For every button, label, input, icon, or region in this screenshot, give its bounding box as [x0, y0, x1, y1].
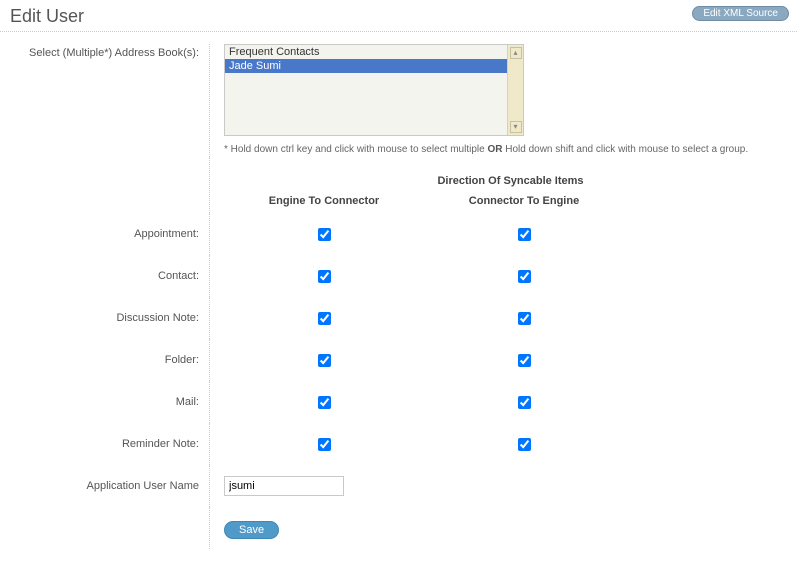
connector-to-engine-checkbox[interactable] — [518, 354, 531, 367]
sync-row-label: Discussion Note: — [0, 297, 210, 339]
save-button[interactable]: Save — [224, 521, 279, 539]
engine-to-connector-checkbox[interactable] — [318, 396, 331, 409]
connector-to-engine-checkbox[interactable] — [518, 312, 531, 325]
sync-row-label: Appointment: — [0, 213, 210, 255]
syncable-direction-title: Direction Of Syncable Items — [224, 175, 797, 187]
scroll-up-icon[interactable]: ▴ — [510, 47, 522, 59]
connector-to-engine-checkbox[interactable] — [518, 270, 531, 283]
column-connector-to-engine: Connector To Engine — [424, 195, 624, 207]
edit-xml-source-button[interactable]: Edit XML Source — [692, 6, 789, 21]
engine-to-connector-checkbox[interactable] — [318, 354, 331, 367]
address-book-option[interactable]: Frequent Contacts — [225, 45, 507, 59]
scroll-down-icon[interactable]: ▾ — [510, 121, 522, 133]
engine-to-connector-checkbox[interactable] — [318, 312, 331, 325]
address-book-option[interactable]: Jade Sumi — [225, 59, 507, 73]
engine-to-connector-checkbox[interactable] — [318, 438, 331, 451]
sync-row-label: Contact: — [0, 255, 210, 297]
address-books-listbox[interactable]: Frequent ContactsJade Sumi ▴ ▾ — [224, 44, 524, 136]
connector-to-engine-checkbox[interactable] — [518, 228, 531, 241]
application-user-name-input[interactable] — [224, 476, 344, 496]
multiselect-hint: * Hold down ctrl key and click with mous… — [224, 142, 769, 157]
sync-row-label: Mail: — [0, 381, 210, 423]
address-books-label: Select (Multiple*) Address Book(s): — [0, 44, 210, 157]
sync-row-label: Reminder Note: — [0, 423, 210, 465]
column-engine-to-connector: Engine To Connector — [224, 195, 424, 207]
engine-to-connector-checkbox[interactable] — [318, 270, 331, 283]
connector-to-engine-checkbox[interactable] — [518, 396, 531, 409]
listbox-scrollbar[interactable]: ▴ ▾ — [507, 45, 523, 135]
page-title: Edit User — [10, 6, 787, 27]
connector-to-engine-checkbox[interactable] — [518, 438, 531, 451]
engine-to-connector-checkbox[interactable] — [318, 228, 331, 241]
sync-row-label: Folder: — [0, 339, 210, 381]
application-user-name-label: Application User Name — [0, 465, 210, 507]
